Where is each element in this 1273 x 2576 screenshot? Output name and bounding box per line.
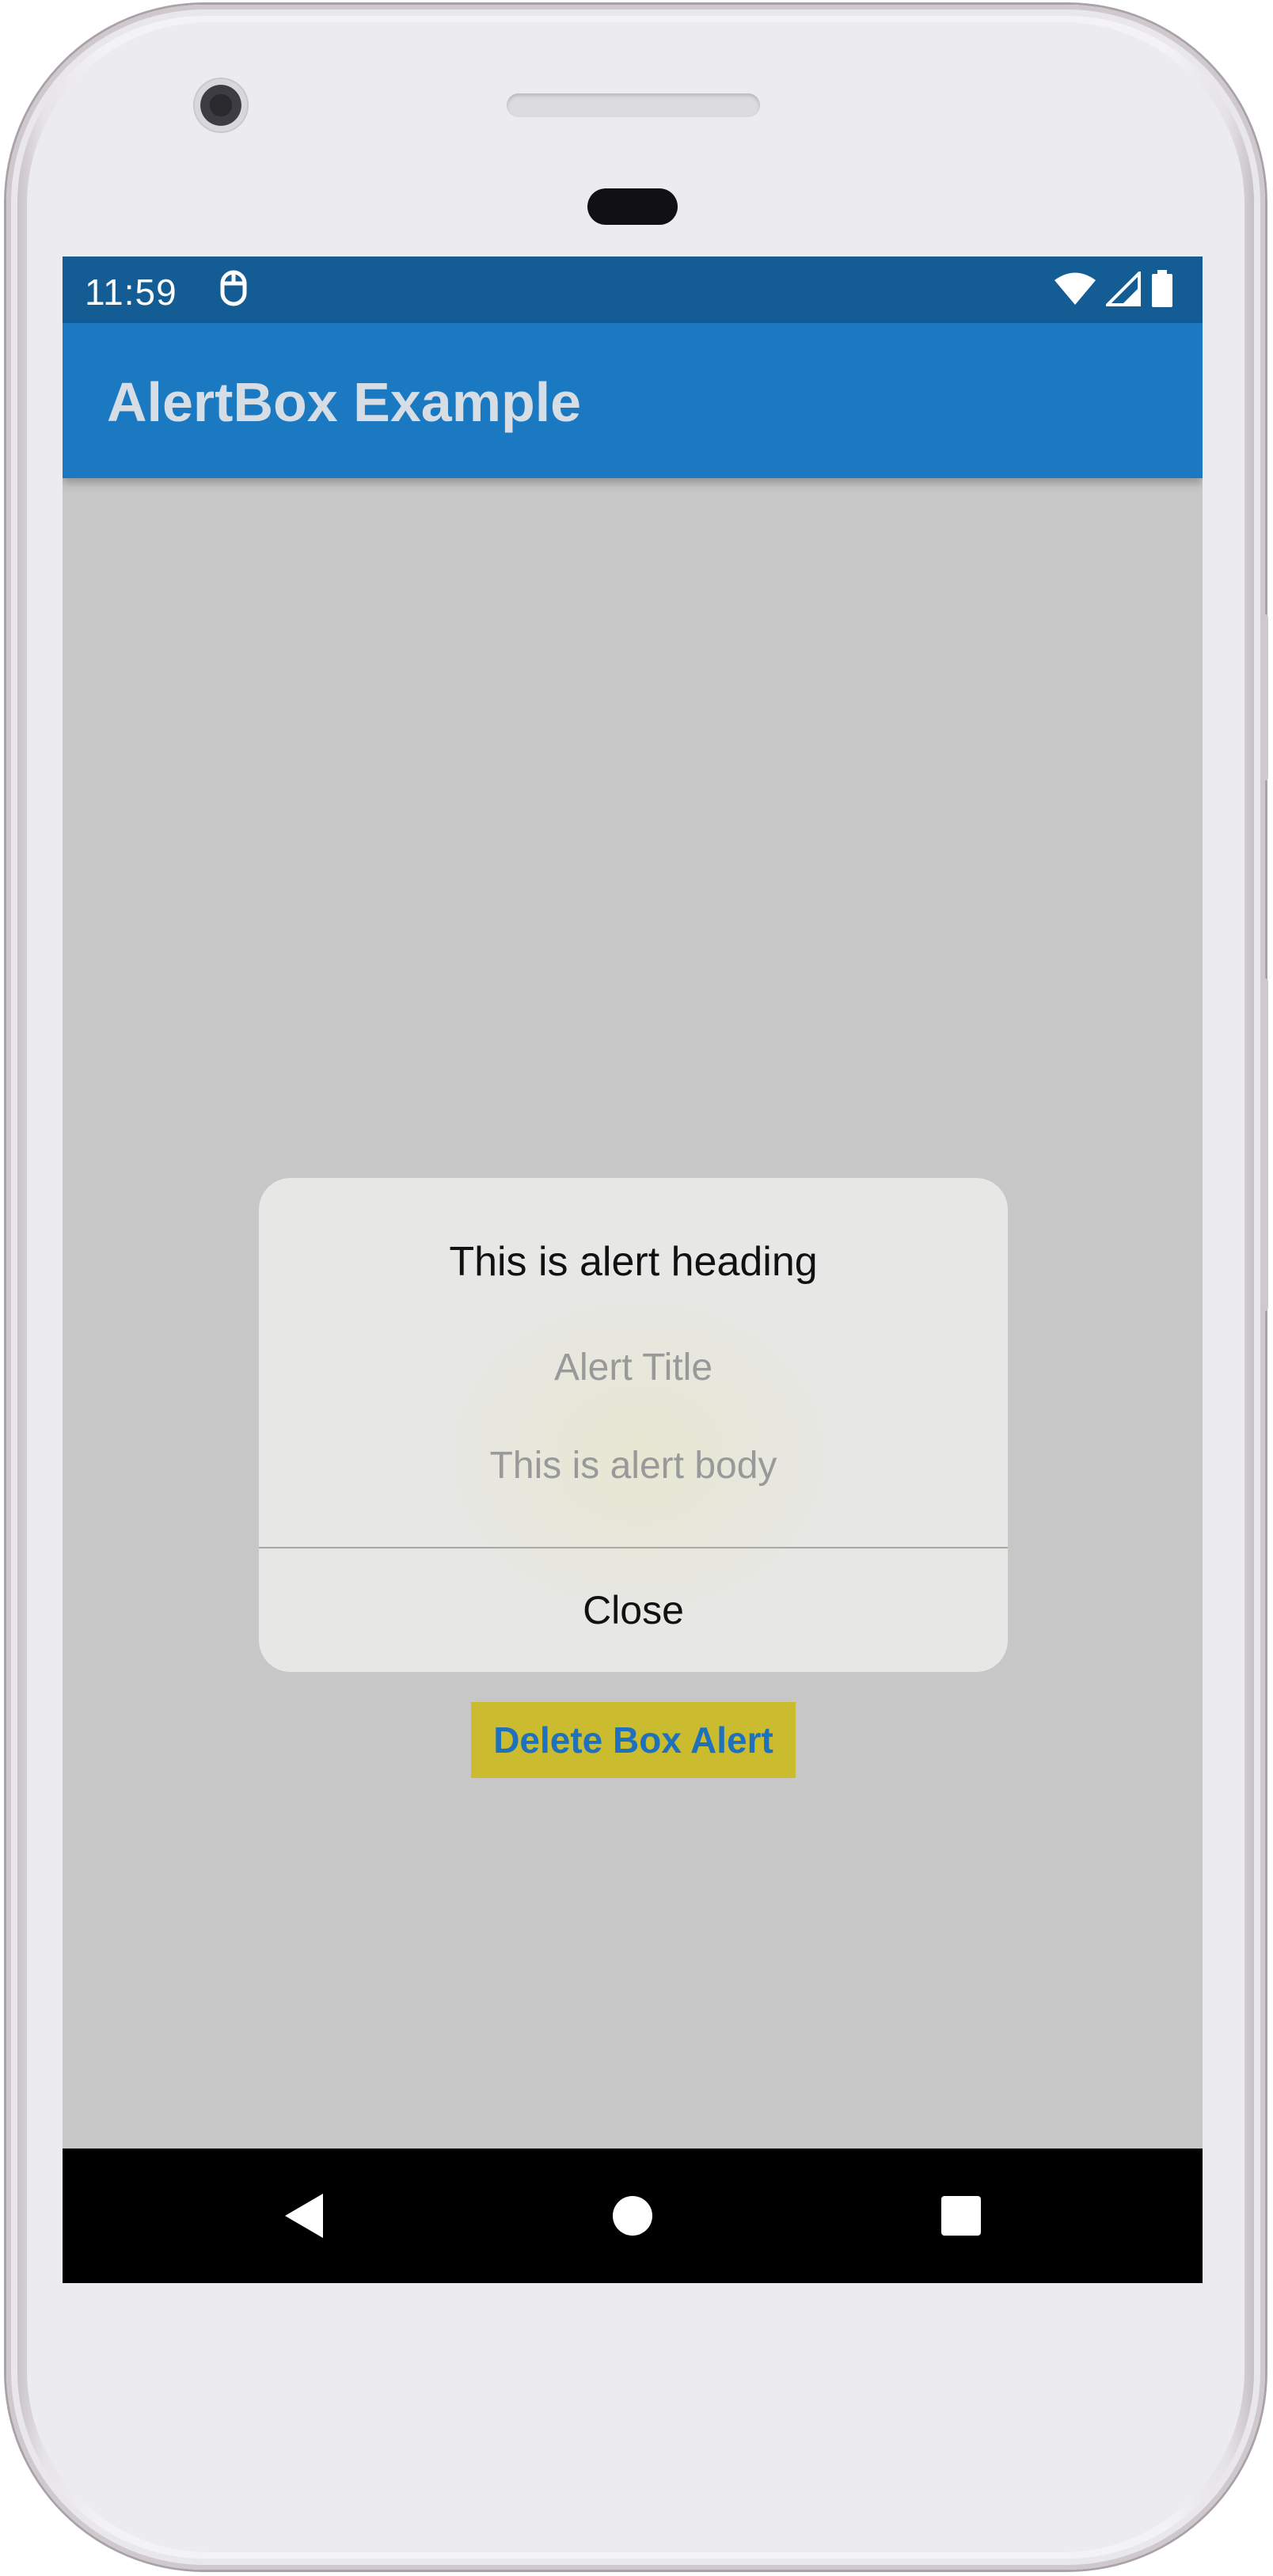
alert-body: This is alert body <box>489 1445 777 1487</box>
close-button[interactable]: Close <box>259 1548 1008 1672</box>
app-title: AlertBox Example <box>107 371 582 433</box>
status-bar: 11:59 <box>63 256 1203 323</box>
notification-app-icon <box>218 269 249 309</box>
delete-box-alert-button[interactable]: Delete Box Alert <box>471 1702 796 1778</box>
proximity-sensor <box>587 188 678 225</box>
battery-icon <box>1150 269 1174 312</box>
status-time: 11:59 <box>85 272 177 313</box>
home-icon[interactable] <box>605 2188 660 2244</box>
alert-heading: This is alert heading <box>449 1239 818 1285</box>
app-bar: AlertBox Example <box>63 323 1203 478</box>
back-icon[interactable] <box>276 2188 332 2244</box>
volume-button <box>1260 978 1268 1311</box>
phone-screen: 11:59 AlertBox Example Delete Box Alert … <box>63 256 1203 2283</box>
alert-title: Alert Title <box>553 1347 713 1389</box>
main-content: Delete Box Alert This is alert heading A… <box>63 478 1203 2149</box>
earpiece-speaker <box>507 93 760 117</box>
recents-icon[interactable] <box>933 2188 989 2244</box>
power-button <box>1260 614 1268 781</box>
alert-dialog: This is alert heading Alert Title This i… <box>259 1178 1008 1672</box>
signal-icon <box>1104 268 1141 310</box>
wifi-icon <box>1054 272 1096 310</box>
front-camera <box>195 79 247 131</box>
status-icons <box>1054 268 1174 312</box>
navigation-bar <box>63 2149 1203 2283</box>
